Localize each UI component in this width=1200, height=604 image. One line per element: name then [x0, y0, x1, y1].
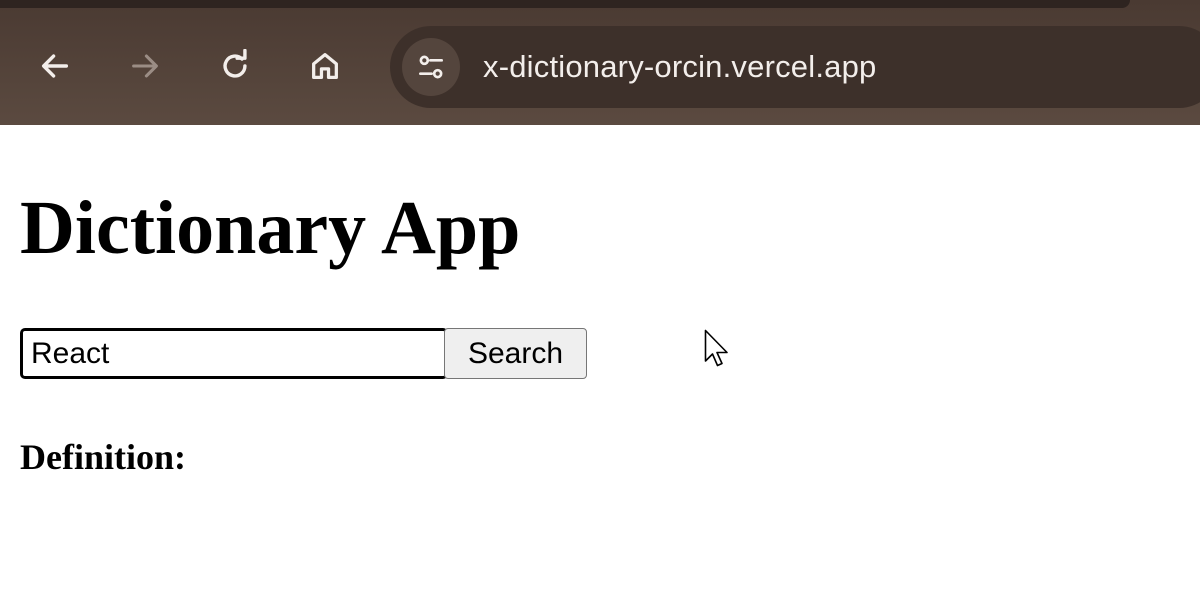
- arrow-right-icon: [132, 54, 158, 78]
- browser-toolbar: x-dictionary-orcin.vercel.app: [0, 0, 1200, 125]
- url-text[interactable]: x-dictionary-orcin.vercel.app: [483, 47, 876, 87]
- home-icon: [312, 53, 338, 79]
- forward-button[interactable]: [125, 46, 165, 86]
- tab-strip: [0, 0, 1130, 8]
- tune-icon: [419, 55, 443, 79]
- reload-icon: [223, 49, 247, 78]
- search-button[interactable]: Search: [444, 328, 587, 379]
- search-input[interactable]: [20, 328, 448, 379]
- arrow-left-icon: [41, 54, 69, 78]
- site-info-button[interactable]: [402, 38, 460, 96]
- page-content: Dictionary App Search Definition:: [0, 125, 1200, 604]
- home-button[interactable]: [305, 46, 345, 86]
- back-button[interactable]: [35, 46, 75, 86]
- definition-heading: Definition:: [20, 437, 186, 477]
- page-title: Dictionary App: [20, 186, 521, 270]
- reload-button[interactable]: [215, 46, 255, 86]
